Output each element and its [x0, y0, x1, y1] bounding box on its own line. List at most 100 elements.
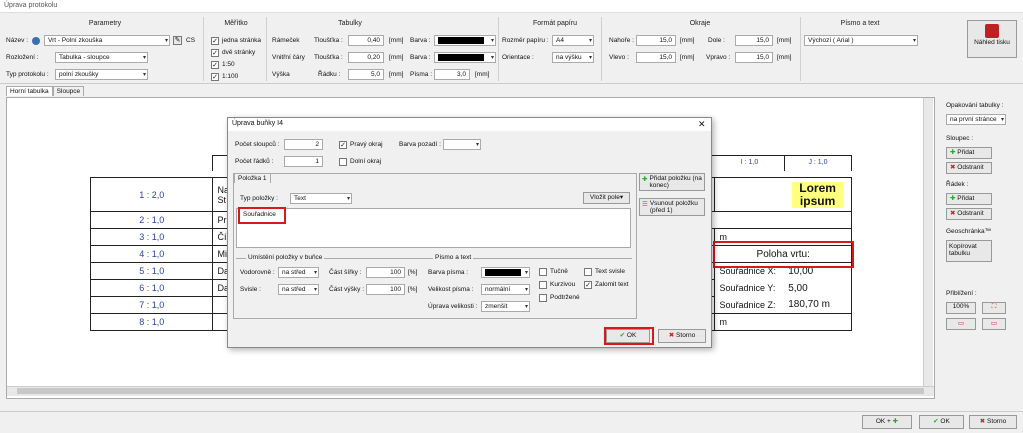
- dialog-title: Úprava buňky I4: [228, 118, 711, 131]
- row-height-input[interactable]: 5,0: [348, 69, 384, 80]
- italic-checkbox[interactable]: [539, 281, 547, 289]
- orientation-select[interactable]: na výšku ▾: [552, 52, 594, 63]
- remove-row-button[interactable]: ✖ Odstranit: [946, 208, 992, 220]
- ok-plus-label: OK +: [875, 418, 891, 425]
- row-header[interactable]: 5 : 1,0: [89, 262, 214, 280]
- value-cell[interactable]: 5,00: [784, 279, 853, 297]
- row-header[interactable]: 2 : 1,0: [89, 211, 214, 229]
- row-header[interactable]: 7 : 1,0: [89, 296, 214, 314]
- layout-label: Rozložení :: [6, 54, 39, 61]
- tab-top-table[interactable]: Horní tabulka: [6, 86, 53, 96]
- edit-cell-dialog: Úprava buňky I4 ✕ Počet sloupců : 2 Poče…: [227, 117, 712, 348]
- right-border-label: Pravý okraj: [350, 141, 383, 148]
- cancel-icon: ✖: [979, 418, 986, 425]
- mm-unit: [mm]: [777, 54, 792, 61]
- thickness-label-1: Tloušťka :: [314, 37, 343, 44]
- columns-count-input[interactable]: 2: [284, 139, 323, 150]
- tab-columns[interactable]: Sloupce: [52, 86, 85, 96]
- checkbox-one-page[interactable]: ✓: [211, 37, 219, 45]
- bottom-border-checkbox[interactable]: [339, 158, 347, 166]
- vertical-text-checkbox[interactable]: [584, 268, 592, 276]
- percent-unit: [%]: [408, 269, 418, 276]
- orientation-label: Orientace :: [502, 54, 534, 61]
- checkbox-scale-50[interactable]: ✓: [211, 61, 219, 69]
- mm-unit: [mm]: [777, 37, 792, 44]
- right-border-checkbox[interactable]: ✓: [339, 141, 347, 149]
- width-part-input[interactable]: 100: [366, 267, 405, 278]
- zoom-width-icon[interactable]: ▭: [946, 318, 976, 330]
- zoom-height-icon[interactable]: ▭: [982, 318, 1006, 330]
- layout-select[interactable]: Tabulka - sloupce ▾: [55, 52, 148, 63]
- dialog-cancel-button[interactable]: ✖ Storno: [658, 329, 706, 343]
- row-header[interactable]: 6 : 1,0: [89, 279, 214, 297]
- footer: OK + ✚ ✔ OK ✖ Storno: [0, 411, 1023, 433]
- frame-thickness-input[interactable]: 0,40: [348, 35, 384, 46]
- edit-name-icon[interactable]: ✎: [173, 36, 182, 45]
- add-row-button[interactable]: ✚ Přidat: [946, 193, 992, 205]
- font-height-input[interactable]: 3,0: [434, 69, 470, 80]
- label-cell[interactable]: Souřadnice Y:: [714, 279, 785, 297]
- paper-size-select[interactable]: A4 ▾: [552, 35, 594, 46]
- add-column-button[interactable]: ✚ Přidat: [946, 147, 992, 159]
- inner-thickness-input[interactable]: 0,20: [348, 52, 384, 63]
- type-select[interactable]: polní zkoušky ▾: [55, 69, 148, 80]
- font-color-select[interactable]: ▾: [481, 267, 530, 278]
- tab-item-1[interactable]: Položka 1: [234, 173, 271, 183]
- fit-page-icon[interactable]: ⛶: [982, 302, 1006, 314]
- name-select[interactable]: Vrt - Polní zkouška ▾: [44, 35, 170, 46]
- row-header[interactable]: 4 : 1,0: [89, 245, 214, 263]
- font-select[interactable]: Výchozí ( Arial ) ▾: [804, 35, 918, 46]
- ok-plus-button[interactable]: OK + ✚: [862, 415, 912, 429]
- margin-top-input[interactable]: 15,0: [636, 35, 676, 46]
- checkbox-scale-100[interactable]: ✓: [211, 73, 219, 81]
- row-header[interactable]: 3 : 1,0: [89, 228, 214, 246]
- row-header[interactable]: 1 : 2,0: [89, 177, 214, 212]
- label-cell[interactable]: Souřadnice Z:: [714, 296, 785, 314]
- wrap-text-label: Zalomit text: [595, 281, 629, 288]
- vertical-scrollbar[interactable]: [923, 98, 933, 386]
- thickness-label-2: Tloušťka :: [314, 54, 343, 61]
- insert-item-button[interactable]: ☰ Vsunout položku (před 1): [639, 198, 705, 216]
- table-cell[interactable]: [714, 177, 785, 212]
- mm-unit: [mm]: [680, 37, 695, 44]
- frame-color-select[interactable]: ▾: [434, 35, 496, 46]
- frame-label: Rámeček: [272, 37, 300, 44]
- rows-label: Řádku :: [318, 71, 341, 78]
- close-icon[interactable]: ✕: [698, 119, 706, 130]
- footer-cancel-button[interactable]: ✖ Storno: [969, 415, 1017, 429]
- text-area[interactable]: [236, 208, 631, 248]
- table-cell[interactable]: m: [714, 313, 852, 331]
- row-header[interactable]: 8 : 1,0: [89, 313, 214, 331]
- copy-table-button[interactable]: Kopírovat tabulku: [946, 240, 992, 262]
- add-item-button[interactable]: ✚ Přidat položku (na konec): [639, 173, 705, 191]
- horizontal-select[interactable]: na střed ▾: [278, 267, 319, 278]
- bold-checkbox[interactable]: [539, 268, 547, 276]
- geoclipboard-label: Geoschránka™: [946, 228, 992, 235]
- margin-bottom-input[interactable]: 15,0: [735, 35, 773, 46]
- print-preview-button[interactable]: Náhled tisku: [967, 20, 1017, 58]
- insert-field-button[interactable]: Vložit pole▾: [583, 192, 630, 204]
- footer-ok-button[interactable]: ✔ OK: [919, 415, 964, 429]
- height-part-input[interactable]: 100: [366, 284, 405, 295]
- vertical-select[interactable]: na střed ▾: [278, 284, 319, 295]
- margin-bottom-label: Dole :: [708, 37, 725, 44]
- size-adjust-select[interactable]: zmenšit ▾: [481, 301, 530, 312]
- font-size-select[interactable]: normální ▾: [481, 284, 530, 295]
- bg-color-select[interactable]: ▾: [443, 139, 481, 150]
- margin-left-input[interactable]: 15,0: [636, 52, 676, 63]
- value-cell[interactable]: 180,70 m: [784, 296, 853, 314]
- margin-right-input[interactable]: 15,0: [735, 52, 773, 63]
- remove-column-button[interactable]: ✖ Odstranit: [946, 162, 992, 174]
- horizontal-scrollbar[interactable]: [7, 386, 934, 396]
- margin-right-label: Vpravo :: [706, 54, 731, 61]
- rows-count-input[interactable]: 1: [284, 156, 323, 167]
- repeat-table-select[interactable]: na první stránce ▾: [946, 114, 1006, 125]
- wrap-text-checkbox[interactable]: ✓: [584, 281, 592, 289]
- inner-color-select[interactable]: ▾: [434, 52, 496, 63]
- checkbox-two-pages[interactable]: ✓: [211, 49, 219, 57]
- zoom-100-button[interactable]: 100%: [946, 302, 976, 314]
- item-type-select[interactable]: Text ▾: [290, 193, 352, 204]
- highlight-text: [238, 207, 286, 224]
- underline-checkbox[interactable]: [539, 294, 547, 302]
- lorem-cell[interactable]: Lorem ipsum: [784, 177, 853, 212]
